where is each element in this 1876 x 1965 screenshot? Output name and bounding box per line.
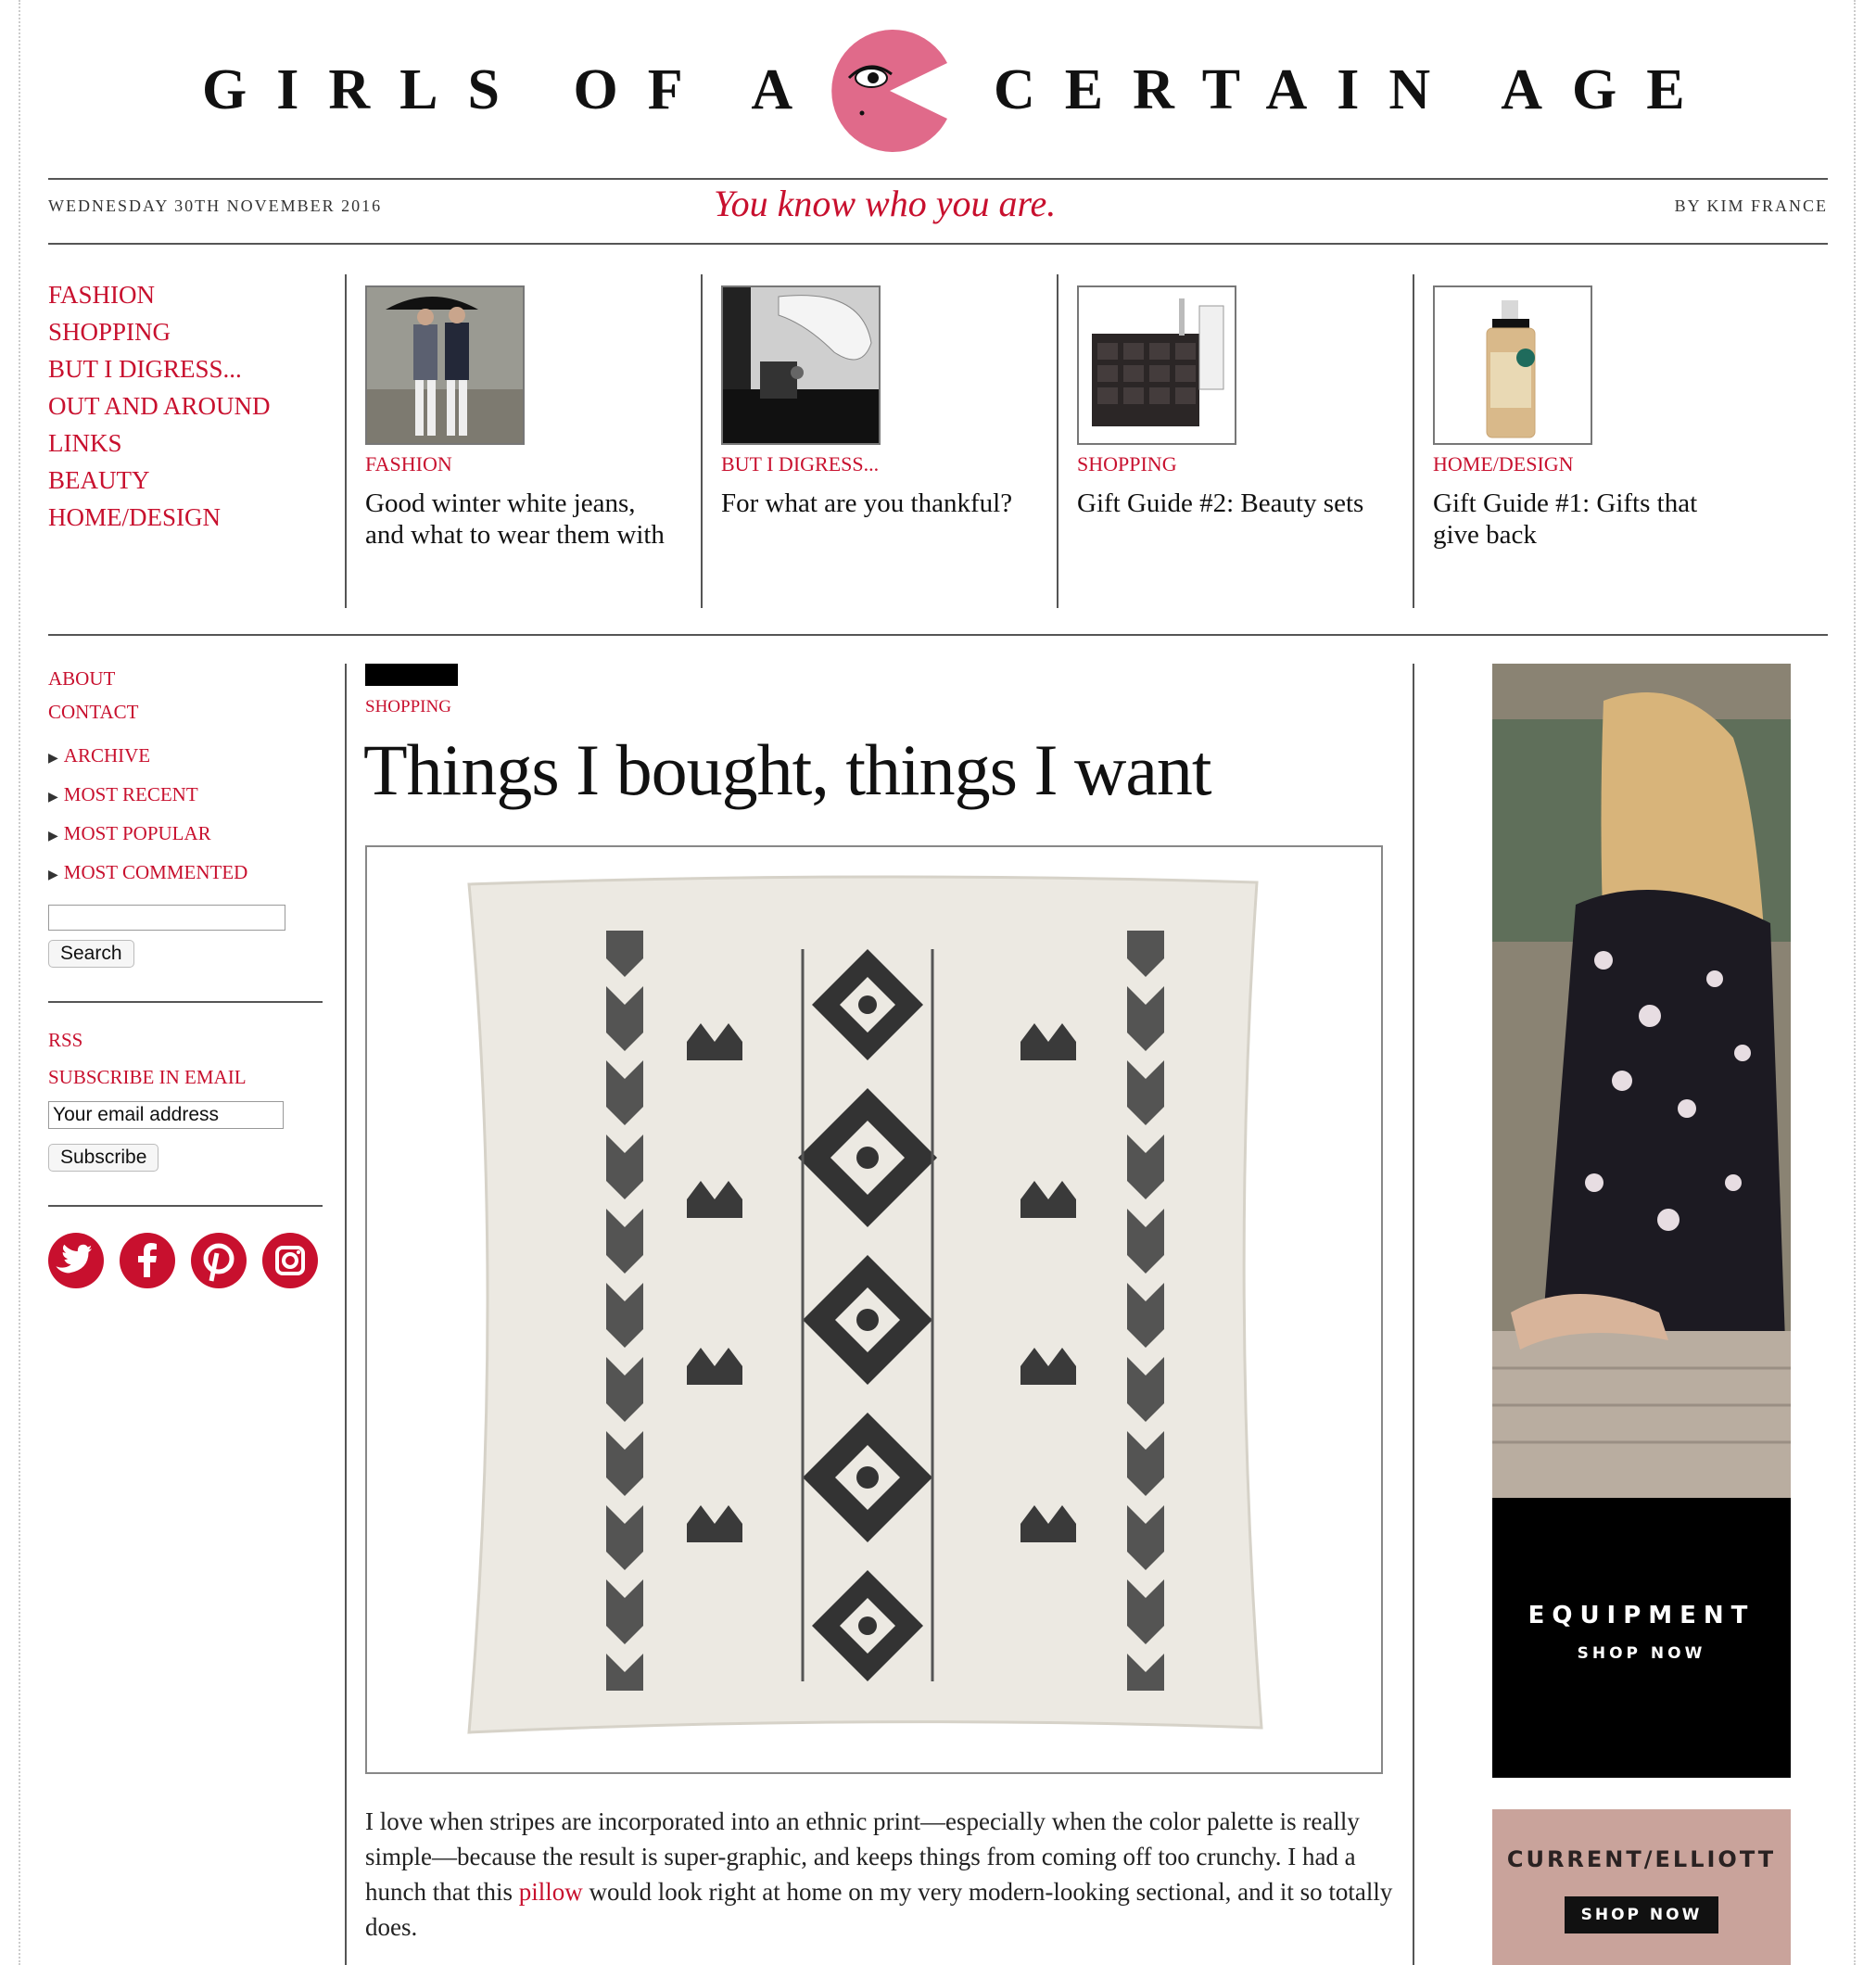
sidebar-link-label[interactable]: ARCHIVE: [64, 744, 150, 767]
instagram-icon[interactable]: [262, 1233, 318, 1288]
featured-post-category[interactable]: SHOPPING: [1077, 452, 1392, 476]
triangle-right-icon: ▶: [48, 752, 58, 766]
featured-post-thumbnail[interactable]: [365, 285, 525, 445]
ad-shop-now-button[interactable]: SHOP NOW: [1565, 1896, 1718, 1933]
nav-item-fashion[interactable]: FASHION: [48, 276, 271, 313]
triangle-right-icon: ▶: [48, 868, 58, 882]
byline: BY KIM FRANCE: [1674, 196, 1828, 215]
featured-post-title[interactable]: Gift Guide #1: Gifts that give back: [1433, 488, 1748, 551]
pacman-eye-logo-icon[interactable]: [825, 26, 955, 156]
ad-photo: [1492, 664, 1791, 1498]
featured-post-thumbnail[interactable]: [1077, 285, 1236, 445]
article-title[interactable]: Things I bought, things I want: [363, 729, 1212, 812]
featured-post-title[interactable]: Gift Guide #2: Beauty sets: [1077, 488, 1392, 519]
featured-post-thumbnail[interactable]: [721, 285, 881, 445]
feature-divider: [1413, 274, 1414, 608]
dateline: WEDNESDAY 30TH NOVEMBER 2016: [48, 196, 383, 215]
triangle-right-icon: ▶: [48, 830, 58, 843]
search-button[interactable]: Search: [48, 940, 134, 968]
sidebar-item-contact[interactable]: CONTACT: [48, 695, 138, 729]
nav-item-beauty[interactable]: BEAUTY: [48, 462, 271, 499]
nav-item-but-i-digress[interactable]: BUT I DIGRESS...: [48, 350, 271, 387]
sidebar-link-label[interactable]: MOST COMMENTED: [64, 861, 248, 883]
article-category[interactable]: SHOPPING: [365, 697, 451, 717]
featured-post[interactable]: FASHION Good winter white jeans, and wha…: [365, 285, 680, 551]
header-bottom-rule: [48, 243, 1828, 245]
section-rule: [48, 634, 1828, 636]
search-input[interactable]: [48, 905, 285, 931]
sidebar-item-most-recent[interactable]: ▶ MOST RECENT: [48, 777, 247, 816]
pillow-link[interactable]: pillow: [519, 1878, 583, 1906]
sidebar-divider: [48, 1205, 323, 1207]
article-category-bar: [365, 664, 458, 686]
sidebar-item-most-popular[interactable]: ▶ MOST POPULAR: [48, 816, 247, 855]
masthead[interactable]: GIRLS OF A CERTAIN AGE: [0, 19, 1876, 158]
rss-link[interactable]: RSS: [48, 1029, 82, 1052]
current-elliott-ad[interactable]: CURRENT/ELLIOTT SHOP NOW: [1492, 1809, 1791, 1965]
sidebar-link-label[interactable]: MOST POPULAR: [64, 822, 211, 844]
sidebar-links: ABOUT CONTACT: [48, 662, 138, 729]
ad-brand-name: CURRENT/ELLIOTT: [1506, 1846, 1777, 1872]
feature-divider: [701, 274, 703, 608]
tagline: You know who you are.: [714, 183, 1057, 224]
email-field[interactable]: Your email address: [48, 1101, 284, 1129]
featured-post-category[interactable]: HOME/DESIGN: [1433, 452, 1748, 476]
subscribe-button[interactable]: Subscribe: [48, 1144, 159, 1172]
featured-post-category[interactable]: FASHION: [365, 452, 680, 476]
masthead-title-left[interactable]: GIRLS OF A: [202, 57, 822, 123]
sidebar-link-label[interactable]: MOST RECENT: [64, 783, 198, 805]
triangle-right-icon: ▶: [48, 791, 58, 805]
nav-item-home-design[interactable]: HOME/DESIGN: [48, 499, 271, 536]
nav-item-out-and-around[interactable]: OUT AND AROUND: [48, 387, 271, 425]
header-top-rule: [48, 178, 1828, 180]
featured-post-category[interactable]: BUT I DIGRESS...: [721, 452, 1036, 476]
article-body: I love when stripes are incorporated int…: [365, 1804, 1403, 1945]
featured-post-title[interactable]: For what are you thankful?: [721, 488, 1036, 519]
article-image: [365, 845, 1383, 1774]
sidebar-item-most-commented[interactable]: ▶ MOST COMMENTED: [48, 855, 247, 894]
masthead-title-right[interactable]: CERTAIN AGE: [994, 57, 1715, 123]
featured-post[interactable]: BUT I DIGRESS... For what are you thankf…: [721, 285, 1036, 519]
nav-item-links[interactable]: LINKS: [48, 425, 271, 462]
featured-post[interactable]: SHOPPING Gift Guide #2: Beauty sets: [1077, 285, 1392, 519]
sidebar-arrow-links: ▶ ARCHIVE ▶ MOST RECENT ▶ MOST POPULAR ▶ MOS…: [48, 738, 247, 894]
feature-divider: [1057, 274, 1058, 608]
twitter-icon[interactable]: [48, 1233, 104, 1288]
ad-brand-name: EQUIPMENT: [1527, 1602, 1756, 1629]
column-divider: [1413, 664, 1414, 1965]
category-nav: FASHION SHOPPING BUT I DIGRESS... OUT AN…: [48, 276, 271, 536]
ad-shop-now[interactable]: SHOP NOW: [1492, 1644, 1791, 1663]
equipment-ad[interactable]: EQUIPMENT SHOP NOW: [1492, 664, 1791, 1778]
social-links: [48, 1233, 330, 1288]
sidebar-item-about[interactable]: ABOUT: [48, 662, 138, 695]
column-divider: [345, 664, 347, 1965]
featured-post-thumbnail[interactable]: [1433, 285, 1592, 445]
feature-divider: [345, 274, 347, 608]
facebook-icon[interactable]: [120, 1233, 175, 1288]
subscribe-label: SUBSCRIBE IN EMAIL: [48, 1066, 247, 1088]
featured-post[interactable]: HOME/DESIGN Gift Guide #1: Gifts that gi…: [1433, 285, 1748, 551]
pinterest-icon[interactable]: [191, 1233, 247, 1288]
nav-item-shopping[interactable]: SHOPPING: [48, 313, 271, 350]
pillow-image: [367, 847, 1381, 1772]
sidebar-divider: [48, 1001, 323, 1003]
sidebar-item-archive[interactable]: ▶ ARCHIVE: [48, 738, 247, 777]
featured-post-title[interactable]: Good winter white jeans, and what to wea…: [365, 488, 680, 551]
